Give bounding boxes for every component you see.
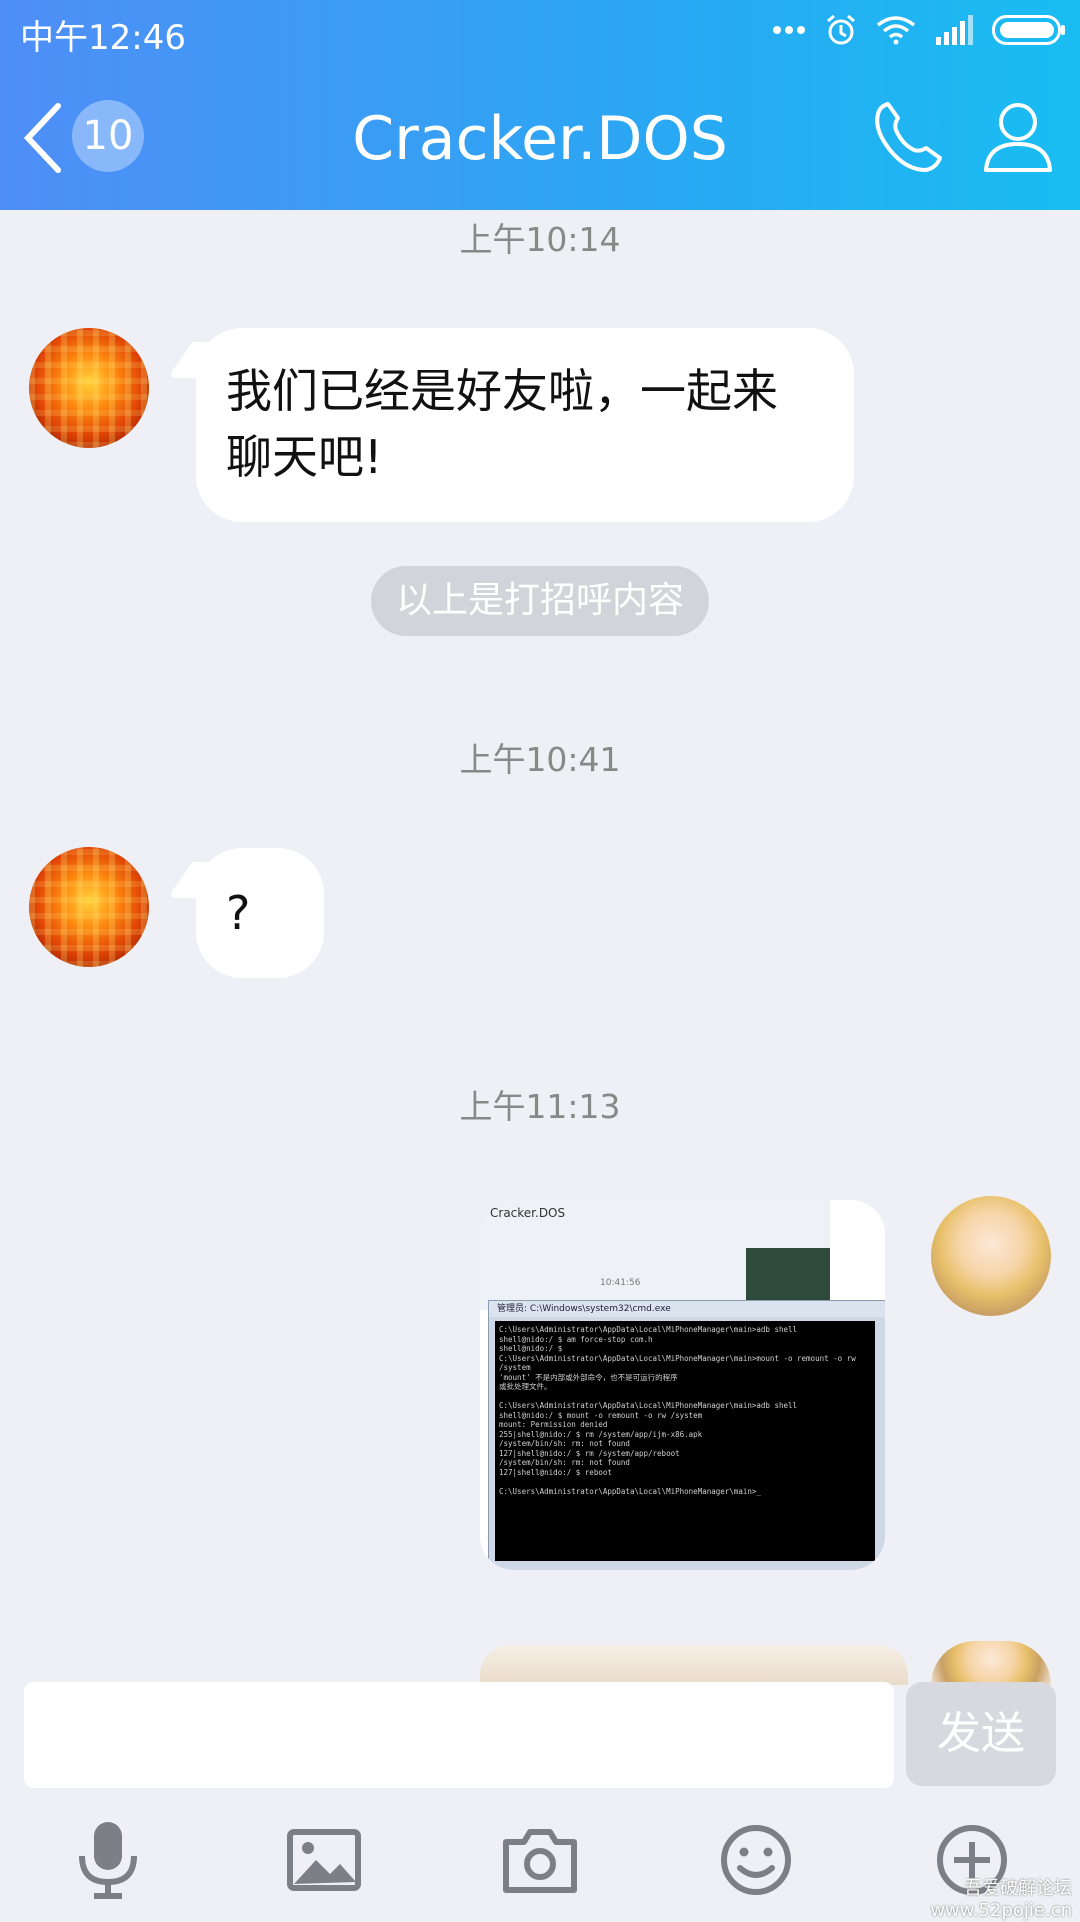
message-bubble[interactable]: ? <box>196 848 324 978</box>
screenshot-qq-title: Cracker.DOS <box>490 1206 566 1220</box>
more-dots-icon <box>773 26 805 34</box>
screenshot-cmd-window: 管理员: C:\Windows\system32\cmd.exe C:\User… <box>488 1300 885 1570</box>
image-message-partial[interactable] <box>480 1645 908 1685</box>
emoji-icon <box>721 1825 791 1895</box>
my-avatar[interactable] <box>931 1196 1051 1316</box>
greeting-notice: 以上是打招呼内容 <box>371 566 709 636</box>
message-text-line2: 聊天吧! <box>226 430 383 484</box>
emoji-button[interactable] <box>716 1820 796 1900</box>
message-timestamp: 上午10:14 <box>459 220 621 259</box>
screenshot-qq-window: Cracker.DOS 10:41:56 <box>480 1200 830 1310</box>
contact-avatar[interactable] <box>29 328 149 448</box>
watermark-line1: 吾爱破解论坛 <box>964 1878 1072 1899</box>
photo-button[interactable] <box>284 1820 364 1900</box>
input-bar: 发送 <box>0 1680 1080 1790</box>
my-avatar-partial[interactable] <box>931 1641 1051 1685</box>
message-text: ? <box>226 886 251 940</box>
watermark-line2: www.52pojie.cn <box>930 1900 1072 1921</box>
phone-call-button[interactable] <box>870 98 946 178</box>
profile-button[interactable] <box>980 98 1056 178</box>
send-button[interactable]: 发送 <box>906 1682 1056 1786</box>
signal-icon <box>936 15 973 45</box>
alarm-icon <box>827 14 855 45</box>
battery-icon <box>992 15 1065 45</box>
camera-button[interactable] <box>500 1820 580 1900</box>
camera-icon <box>503 1829 577 1893</box>
message-input[interactable] <box>24 1682 894 1788</box>
status-time: 中午12:46 <box>20 18 186 58</box>
title-bar: 10 Cracker.DOS <box>0 60 1080 210</box>
message-bubble[interactable]: 我们已经是好友啦，一起来 聊天吧! <box>196 328 854 522</box>
message-timestamp: 上午10:41 <box>459 740 621 779</box>
screenshot-cmd-output: C:\Users\Administrator\AppData\Local\MiP… <box>495 1321 875 1561</box>
wifi-icon <box>876 16 916 45</box>
phone-icon <box>875 102 942 172</box>
microphone-icon <box>79 1822 137 1899</box>
voice-button[interactable] <box>68 1820 148 1900</box>
screenshot-chat-time: 10:41:56 <box>600 1278 641 1288</box>
screenshot-cmd-title: 管理员: C:\Windows\system32\cmd.exe <box>489 1301 885 1317</box>
message-text-line1: 我们已经是好友啦，一起来 <box>226 364 778 418</box>
contact-avatar[interactable] <box>29 847 149 967</box>
header: 中午12:46 10 Cracker.DOS <box>0 0 1080 210</box>
message-timestamp: 上午11:13 <box>459 1087 621 1126</box>
watermark: 吾爱破解论坛 www.52pojie.cn <box>930 1878 1072 1922</box>
person-icon <box>984 103 1052 172</box>
bottom-toolbar <box>0 1820 1080 1920</box>
image-message[interactable]: Cracker.DOS 10:41:56 管理员: C:\Windows\sys… <box>480 1200 885 1570</box>
status-icons <box>772 10 1066 50</box>
status-bar: 中午12:46 <box>0 0 1080 60</box>
image-icon <box>287 1829 361 1891</box>
